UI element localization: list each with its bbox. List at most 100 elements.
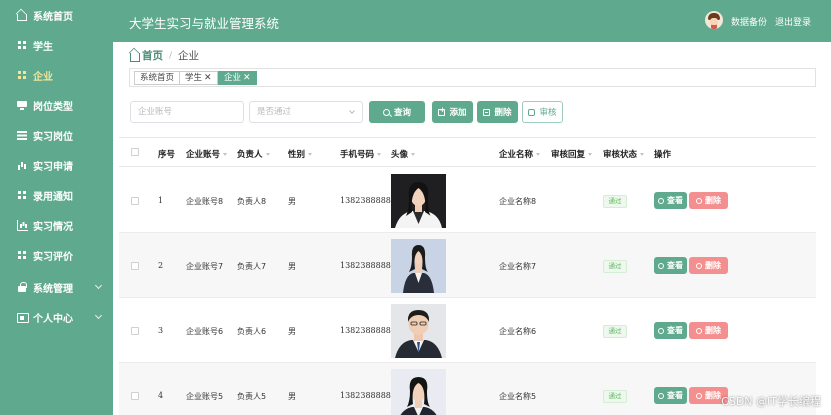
tag-company[interactable]: 企业 ✕ [218, 71, 257, 85]
avatar-photo[interactable] [391, 174, 446, 228]
eye-icon [658, 392, 664, 399]
avatar-photo[interactable] [391, 304, 446, 358]
sort-icon [640, 153, 645, 156]
sidebar-item-label: 录用通知 [33, 191, 73, 203]
avatar[interactable] [705, 11, 723, 29]
status-select[interactable]: 是否通过 [249, 101, 363, 123]
batch-delete-button[interactable]: 删除 [477, 101, 518, 123]
tag-home[interactable]: 系统首页 [134, 71, 181, 85]
status-select-placeholder: 是否通过 [257, 107, 292, 117]
row-checkbox[interactable] [131, 197, 139, 205]
cell-account: 企业账号5 [186, 392, 224, 401]
avatar-photo[interactable] [391, 239, 446, 293]
table-row[interactable]: 4 企业账号5 负责人5 男 13823888885 企业名称5 通过 查看 删… [119, 363, 816, 415]
company-account-input[interactable]: 企业账号 [130, 101, 244, 123]
sidebar-item-label: 实习申请 [33, 161, 73, 173]
avatar-photo[interactable] [391, 369, 446, 415]
search-icon [382, 108, 390, 116]
logout-link[interactable]: 退出登录 [775, 15, 811, 28]
cell-account: 企业账号8 [186, 197, 224, 206]
breadcrumb: 首页 / 企业 [130, 48, 199, 63]
tag-label: 系统首页 [140, 73, 175, 83]
sort-icon [265, 153, 270, 156]
row-checkbox[interactable] [131, 262, 139, 270]
sidebar-item-label: 实习评价 [33, 251, 73, 263]
cell-manager: 负责人5 [237, 392, 267, 401]
cell-index: 2 [158, 261, 164, 270]
col-manager[interactable]: 负责人 [237, 148, 270, 160]
cell-gender: 男 [288, 327, 296, 336]
lock-icon [17, 282, 27, 292]
grid-icon [17, 70, 27, 80]
sidebar-item-personal-center[interactable]: 个人中心 [0, 302, 113, 332]
app-title: 大学生实习与就业管理系统 [129, 16, 280, 31]
table-row[interactable]: 2 企业账号7 负责人7 男 13823888887 企业名称7 通过 查看 删… [119, 233, 816, 298]
delete-button[interactable]: 删除 [689, 192, 728, 209]
batch-delete-button-label: 删除 [494, 108, 512, 118]
add-button-label: 添加 [449, 108, 467, 118]
col-reply[interactable]: 审核回复 [551, 148, 593, 160]
search-button[interactable]: 查询 [369, 101, 425, 123]
sort-icon [411, 153, 416, 156]
col-avatar[interactable]: 头像 [391, 148, 416, 160]
add-button[interactable]: 添加 [432, 101, 473, 123]
chevron-down-icon [94, 281, 103, 290]
sidebar-item-internship-position[interactable]: 实习岗位 [0, 120, 113, 150]
col-gender[interactable]: 性别 [288, 148, 313, 160]
cell-phone: 13823888888 [340, 196, 396, 205]
view-button[interactable]: 查看 [654, 322, 687, 339]
breadcrumb-home[interactable]: 首页 [130, 48, 163, 63]
tag-student[interactable]: 学生 ✕ [179, 71, 218, 85]
col-gender-label: 性别 [288, 150, 306, 160]
view-button-label: 查看 [667, 326, 683, 335]
sidebar-item-internship-application[interactable]: 实习申请 [0, 150, 113, 180]
home-icon [130, 53, 140, 62]
delete-button-label: 删除 [705, 326, 721, 335]
status-badge: 通过 [603, 390, 627, 403]
sidebar-item-student[interactable]: 学生 [0, 30, 113, 60]
delete-icon [483, 108, 491, 116]
close-icon[interactable]: ✕ [243, 73, 251, 83]
breadcrumb-separator: / [169, 50, 173, 61]
sidebar-item-offer-notice[interactable]: 录用通知 [0, 180, 113, 210]
table-row[interactable]: 3 企业账号6 负责人6 男 13823888886 企业名称6 通过 查看 删… [119, 298, 816, 363]
select-all-checkbox[interactable] [131, 148, 139, 156]
tag-label: 学生 [185, 73, 203, 83]
grid-icon [17, 40, 27, 50]
data-backup-link[interactable]: 数据备份 [731, 15, 767, 28]
row-checkbox[interactable] [131, 327, 139, 335]
review-button-label: 审核 [539, 108, 557, 118]
col-phone[interactable]: 手机号码 [340, 148, 382, 160]
eye-icon [658, 262, 664, 269]
cell-company-name: 企业名称8 [499, 197, 537, 206]
view-button[interactable]: 查看 [654, 257, 687, 274]
cell-account: 企业账号6 [186, 327, 224, 336]
col-status[interactable]: 审核状态 [603, 148, 645, 160]
sidebar-item-home[interactable]: 系统首页 [0, 0, 113, 30]
monitor-icon [17, 100, 27, 110]
close-icon[interactable]: ✕ [204, 73, 212, 83]
view-button[interactable]: 查看 [654, 387, 687, 404]
view-button[interactable]: 查看 [654, 192, 687, 209]
review-button[interactable]: 审核 [522, 101, 563, 123]
table-row[interactable]: 1 企业账号8 负责人8 男 13823888888 企业名称8 通过 查看 删… [119, 168, 816, 233]
cell-index: 3 [158, 326, 164, 335]
eye-icon [658, 327, 664, 334]
table-header: 序号 企业账号 负责人 性别 手机号码 头像 企业名称 审核回复 审核状态 操作 [119, 137, 816, 167]
sidebar-item-system-management[interactable]: 系统管理 [0, 272, 113, 302]
sidebar-item-internship-evaluation[interactable]: 实习评价 [0, 240, 113, 270]
col-reply-label: 审核回复 [551, 150, 586, 160]
status-badge: 通过 [603, 325, 627, 338]
cell-gender: 男 [288, 197, 296, 206]
col-company-name[interactable]: 企业名称 [499, 148, 541, 160]
col-account[interactable]: 企业账号 [186, 148, 228, 160]
sidebar-item-internship-status[interactable]: 实习情况 [0, 210, 113, 240]
sidebar-item-company[interactable]: 企业 [0, 60, 113, 90]
cell-index: 1 [158, 196, 164, 205]
view-button-label: 查看 [667, 196, 683, 205]
delete-button[interactable]: 删除 [689, 257, 728, 274]
col-status-label: 审核状态 [603, 150, 638, 160]
delete-button[interactable]: 删除 [689, 322, 728, 339]
sidebar-item-position-type[interactable]: 岗位类型 [0, 90, 113, 120]
row-checkbox[interactable] [131, 392, 139, 400]
